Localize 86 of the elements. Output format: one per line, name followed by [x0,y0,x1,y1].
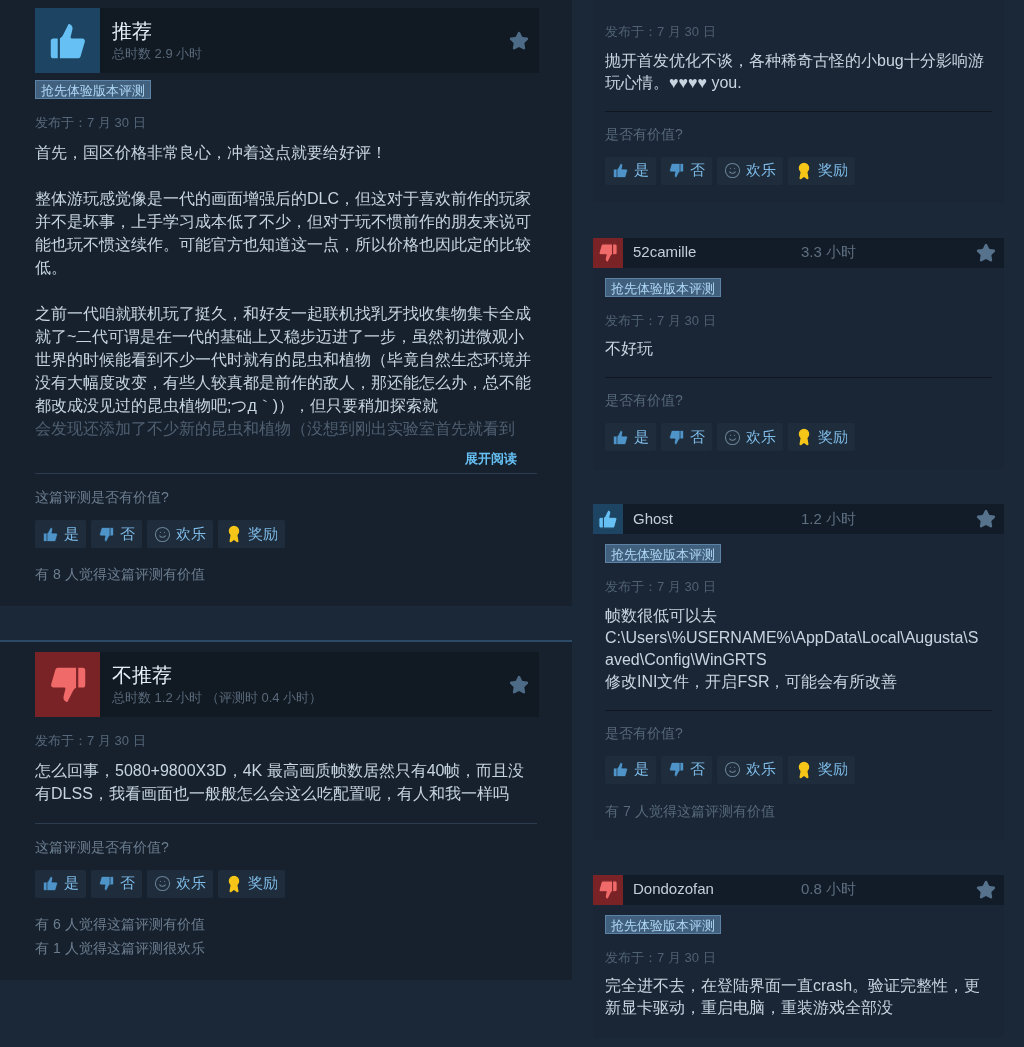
thumbs-up-icon [612,761,629,778]
helpful-question: 这篇评测是否有价值? [35,837,170,857]
vote-button[interactable]: 否 [661,755,712,784]
review-verdict: 推荐 [112,18,153,44]
vote-button[interactable]: 是 [605,755,656,784]
vote-button[interactable]: 欢乐 [717,423,783,451]
vote-button[interactable]: 奖励 [788,755,855,784]
post-date: 发布于：7 月 30 日 [35,732,147,750]
author-name: Dondozofan [633,879,715,900]
review-text: 完全进不去，在登陆界面一直crash。验证完整性，更新显卡驱动，重启电脑，重装游戏全部没 [605,976,982,1018]
post-date: 发布于：7 月 30 日 [35,114,147,132]
review-text: 不好玩 [605,339,654,359]
helpful-count: 有 7 人觉得这篇评测有价值 [605,801,776,821]
vote-button[interactable]: 欢乐 [717,156,783,185]
thumbs-down-icon [98,875,115,892]
early-access-tag: 抢先体验版本评测 [605,544,721,563]
read-more-link[interactable]: 展开阅读 [465,448,517,468]
early-access-tag: 抢先体验版本评测 [35,80,151,99]
helpful-question: 这篇评测是否有价值? [35,488,170,507]
star-icon[interactable] [509,674,529,695]
smiley-icon [724,761,741,778]
post-date: 发布于：7 月 30 日 [605,311,717,330]
smiley-icon [154,525,171,543]
helpful-count: 有 1 人觉得这篇评测很欢乐 [35,938,206,958]
review-text: 抛开首发优化不谈，各种稀奇古怪的小bug十分影响游玩心情。♥♥♥♥ you. [605,50,985,93]
vote-button[interactable]: 否 [661,423,712,451]
early-access-tag: 抢先体验版本评测 [605,277,721,297]
star-icon[interactable] [976,242,996,263]
thumbs-up-icon [612,428,629,446]
thumbs-down-icon [98,525,115,543]
thumbs-up-icon [42,525,59,543]
helpful-count: 有 6 人觉得这篇评测有价值 [35,914,206,934]
post-date: 发布于：7 月 30 日 [605,23,717,41]
helpful-question: 是否有价值? [605,391,684,410]
vote-button[interactable]: 欢乐 [147,869,213,898]
vote-button[interactable]: 是 [605,156,656,185]
helpful-question: 是否有价值? [605,723,684,743]
star-icon[interactable] [509,30,529,51]
vote-button[interactable]: 奖励 [788,423,855,451]
helpful-count: 有 8 人觉得这篇评测有价值 [35,565,206,584]
post-date: 发布于：7 月 30 日 [605,948,717,967]
vote-button[interactable]: 是 [35,520,86,548]
review-text: 整体游玩感觉像是一代的画面增强后的DLC，但这对于喜欢前作的玩家并不是坏事，上手学习成本低了不少，但对于玩不惯前作的朋友来说可能也玩不惯这续作。可能官方也知道这一点，所以价格也因此定的比较低。 [35,188,532,278]
playtime: 3.3 小时 [801,242,858,263]
review-text: C:\Users\%USERNAME%\AppData\Local\Augusta\Saved\Config\WinGRTS [605,627,980,670]
playtime: 0.8 小时 [801,879,858,900]
thumbs-up-icon [612,162,629,179]
smiley-icon [724,428,741,446]
vote-button[interactable]: 奖励 [218,869,285,898]
thumbs-down-icon [668,761,685,778]
review-text: 首先，国区价格非常良心，冲着这点就要给好评！ [35,142,388,163]
author-name: 52camille [633,242,698,263]
smiley-icon [724,162,741,179]
vote-button[interactable]: 奖励 [788,156,855,185]
vote-button[interactable]: 是 [605,423,656,451]
playtime: 总时数 2.9 小时 [112,44,204,63]
thumbs-up-icon [42,875,59,892]
early-access-tag: 抢先体验版本评测 [605,914,721,934]
playtime: 1.2 小时 [801,508,858,529]
star-icon[interactable] [976,879,996,900]
review-text: 怎么回事，5080+9800X3D，4K 最高画质帧数居然只有40帧，而且没有DLSS，我看画面也一般般怎么会这么吃配置呢，有人和我一样吗 [35,760,526,804]
vote-button[interactable]: 欢乐 [147,520,213,548]
thumbs-up-icon [35,8,100,73]
thumbs-down-icon [593,237,623,268]
vote-button[interactable]: 是 [35,869,86,898]
author-name: Ghost [633,508,675,529]
vote-button[interactable]: 否 [91,869,142,898]
review-text: 会发现还添加了不少新的昆虫和植物（没想到刚出实验室首先就看到 [35,418,516,439]
playtime: 总时数 1.2 小时 （评测时 0.4 小时） [112,688,324,707]
vote-button[interactable]: 奖励 [218,520,285,548]
review-text: 之前一代咱就联机玩了挺久，和好友一起联机找乳牙找收集物集卡全成就了~二代可谓是在一代的基础上又稳步迈进了一步，虽然初进微观小世界的时候能看到不少一代时就有的昆虫和植物（毕竟自然生态环境并没有大幅度改变，有些人较真都是前作的敌人，那还能怎么办，总不能都改成没见过的昆虫植物吧;つд｀)），但只要稍加探索就 [35,303,532,416]
vote-button[interactable]: 否 [91,520,142,548]
thumbs-down-icon [593,874,623,905]
vote-button[interactable]: 欢乐 [717,755,783,784]
thumbs-up-icon [593,504,623,534]
thumbs-down-icon [668,428,685,446]
vote-button[interactable]: 否 [661,156,712,185]
smiley-icon [154,875,171,892]
review-text: 帧数很低可以去 [605,605,718,626]
thumbs-down-icon [35,652,100,717]
helpful-question: 是否有价值? [605,124,684,144]
thumbs-down-icon [668,162,685,179]
post-date: 发布于：7 月 30 日 [605,578,717,596]
star-icon[interactable] [976,509,996,529]
review-text: 修改INI文件，开启FSR，可能会有所改善 [605,671,899,692]
review-verdict: 不推荐 [112,662,173,688]
